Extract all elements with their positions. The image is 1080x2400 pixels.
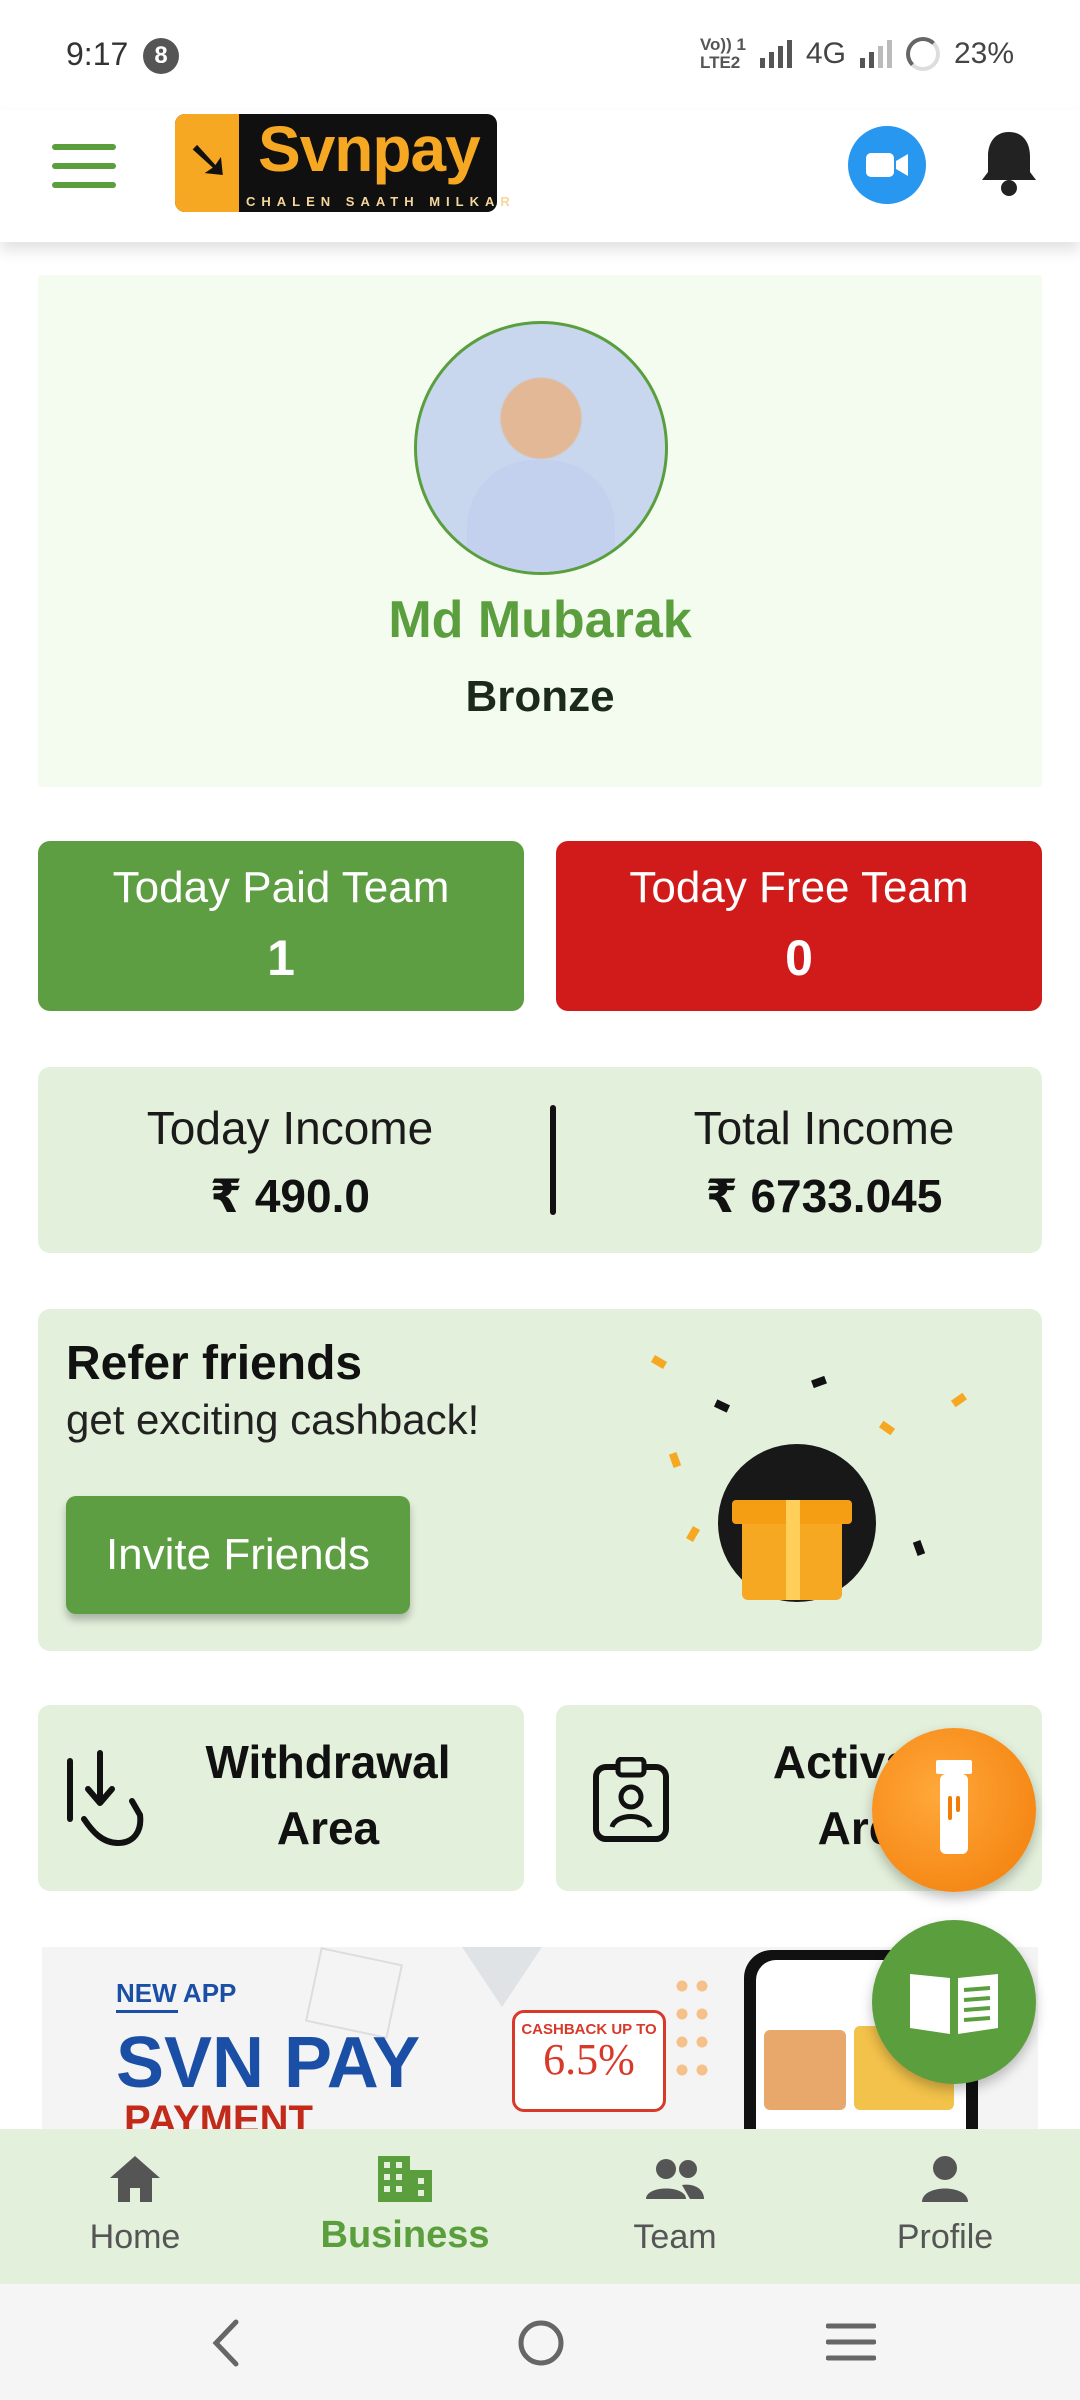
signal-strength-icon-2 <box>859 40 892 68</box>
battery-level: 23% <box>953 37 1014 70</box>
free-team-value: 0 <box>785 930 813 986</box>
back-icon[interactable] <box>210 2318 242 2368</box>
id-badge-icon <box>593 1757 669 1842</box>
person-icon <box>845 2150 1045 2208</box>
trimmer-offer-fab[interactable] <box>872 1728 1036 1892</box>
profile-rank: Bronze <box>465 672 615 721</box>
team-icon <box>575 2150 775 2208</box>
withdrawal-label: Withdrawal Area <box>205 1736 451 1854</box>
video-camera-button[interactable] <box>848 126 926 204</box>
banner-title: SVN PAY <box>116 2023 421 2103</box>
building-icon <box>305 2150 505 2208</box>
network-type: 4G <box>805 37 846 70</box>
total-income: Total Income ₹ 6733.045 <box>594 1101 1054 1223</box>
cashback-badge: CASHBACK UP TO 6.5% <box>512 2010 666 2112</box>
banner-dots <box>672 1972 712 2092</box>
invite-friends-button[interactable]: Invite Friends <box>66 1496 410 1614</box>
today-income-label: Today Income <box>146 1102 434 1154</box>
bell-icon[interactable] <box>980 126 1038 198</box>
nav-home[interactable]: Home <box>35 2150 235 2257</box>
home-icon <box>35 2150 235 2208</box>
nav-team[interactable]: Team <box>575 2150 775 2257</box>
video-camera-icon <box>866 153 908 177</box>
avatar-silhouette <box>466 460 616 572</box>
income-divider <box>550 1105 556 1215</box>
logo-tagline: CHALEN SAATH MILKAR <box>246 194 516 209</box>
logo-arrow-icon: ➘ <box>186 130 232 190</box>
withdraw-hand-icon <box>67 1750 144 1847</box>
book-fab[interactable] <box>872 1920 1036 2084</box>
refer-subtitle: get exciting cashback! <box>66 1396 480 1443</box>
today-income: Today Income ₹ 490.0 <box>60 1101 520 1223</box>
home-circle-icon[interactable] <box>516 2318 566 2368</box>
paid-team-label: Today Paid Team <box>112 863 450 912</box>
nav-profile[interactable]: Profile <box>845 2150 1045 2257</box>
battery-icon <box>905 37 940 71</box>
today-income-value: ₹ 490.0 <box>210 1170 370 1222</box>
profile-name: Md Mubarak <box>388 591 692 649</box>
volte-indicator: Vo)) 1 LTE2 <box>699 35 746 72</box>
signal-strength-icon <box>759 40 792 68</box>
income-card: Today Income ₹ 490.0 Total Income ₹ 6733… <box>38 1067 1042 1253</box>
banner-tag: NEW APP <box>116 1978 237 2008</box>
today-free-team-tile[interactable]: Today Free Team 0 <box>556 841 1042 1011</box>
paid-team-value: 1 <box>267 930 295 986</box>
hamburger-menu-icon[interactable] <box>52 144 116 188</box>
total-income-value: ₹ 6733.045 <box>705 1170 943 1222</box>
avatar[interactable] <box>414 321 668 575</box>
notification-count-badge: 8 <box>143 38 179 74</box>
status-time: 9:17 <box>66 36 129 72</box>
status-indicators: Vo)) 1 LTE2 4G 23% <box>700 36 1014 72</box>
withdrawal-area-card[interactable]: Withdrawal Area <box>38 1705 524 1891</box>
open-book-icon <box>910 1974 998 2034</box>
total-income-label: Total Income <box>693 1102 955 1154</box>
logo-text: Svnpay <box>258 113 481 185</box>
free-team-label: Today Free Team <box>629 863 969 912</box>
today-paid-team-tile[interactable]: Today Paid Team 1 <box>38 841 524 1011</box>
nav-business[interactable]: Business <box>305 2150 505 2257</box>
gift-ribbon <box>786 1500 800 1600</box>
recents-icon[interactable] <box>826 2322 876 2362</box>
refer-title: Refer friends <box>66 1337 363 1390</box>
trimmer-icon <box>936 1760 972 1854</box>
